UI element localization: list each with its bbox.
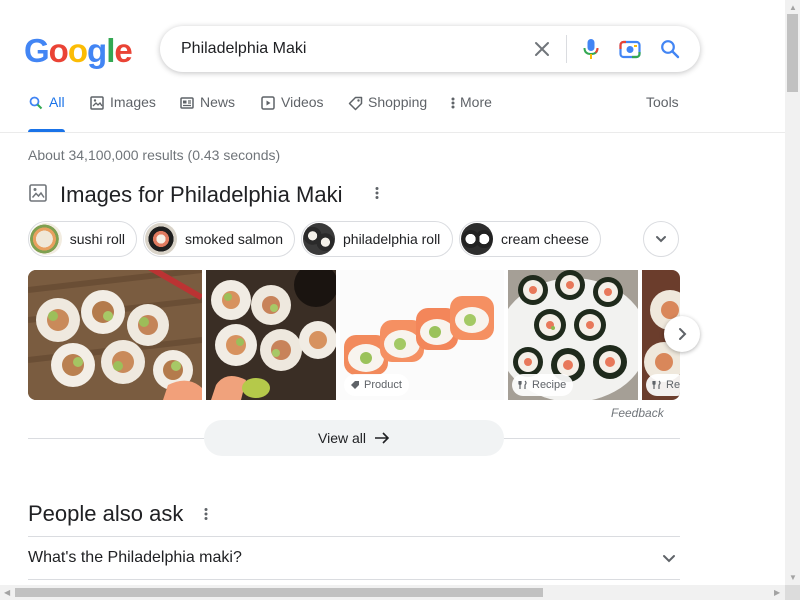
tab-videos[interactable]: Videos [260, 94, 324, 132]
search-divider [566, 35, 567, 63]
vertical-scrollbar-thumb[interactable] [787, 14, 798, 92]
tools-label: Tools [646, 94, 679, 110]
image-badge: Re [646, 374, 680, 396]
view-all-label: View all [318, 430, 366, 446]
logo-letter: o [67, 32, 88, 69]
chip-label: cream cheese [501, 231, 589, 247]
scroll-left-icon[interactable]: ◀ [4, 588, 10, 597]
image-result[interactable] [206, 270, 336, 400]
chip-thumbnail [461, 223, 493, 255]
logo-letter: o [48, 32, 69, 69]
more-options-icon[interactable] [367, 183, 387, 203]
horizontal-scrollbar-thumb[interactable] [15, 588, 543, 597]
search-box[interactable]: Philadelphia Maki [160, 26, 700, 72]
tab-label: News [200, 94, 236, 110]
kebab-icon [450, 95, 456, 111]
tab-all[interactable]: All [28, 94, 65, 132]
scrollbar-corner [785, 585, 800, 600]
chevron-right-icon [679, 328, 687, 340]
image-result[interactable]: Recipe [508, 270, 638, 400]
chip-sushi-roll[interactable]: sushi roll [28, 221, 137, 257]
more-options-icon[interactable] [196, 504, 216, 524]
scroll-down-icon[interactable]: ▼ [789, 573, 797, 582]
image-badge-label: Re [666, 379, 680, 391]
arrow-right-icon [375, 432, 390, 444]
tab-label: Shopping [368, 94, 428, 110]
image-results-strip: Product Recipe Re [28, 270, 680, 400]
clear-icon[interactable] [531, 38, 553, 60]
image-result[interactable] [28, 270, 202, 400]
image-icon [28, 183, 48, 203]
chip-label: sushi roll [69, 231, 125, 247]
tag-icon [347, 95, 363, 111]
people-also-ask-title: People also ask [28, 501, 184, 526]
next-images-button[interactable] [664, 316, 700, 352]
image-badge: Recipe [512, 374, 574, 396]
search-icon[interactable] [659, 38, 681, 60]
microphone-icon[interactable] [580, 38, 602, 60]
feedback-link[interactable]: Feedback [611, 406, 664, 420]
google-logo[interactable]: Google [24, 32, 133, 69]
chip-thumbnail [30, 223, 62, 255]
chip-label: philadelphia roll [343, 231, 441, 247]
tab-label: Images [110, 94, 156, 110]
scroll-right-icon[interactable]: ▶ [774, 588, 780, 597]
image-badge-label: Recipe [532, 379, 567, 391]
tab-shopping[interactable]: Shopping [347, 94, 427, 132]
utensils-icon [652, 380, 661, 389]
image-badge-label: Product [364, 379, 402, 391]
search-tabs: All Images News Videos Shopping More Too… [0, 94, 785, 132]
chip-cream-cheese[interactable]: cream cheese [459, 221, 601, 257]
scroll-up-icon[interactable]: ▲ [789, 3, 797, 12]
tab-images[interactable]: Images [89, 94, 156, 132]
chip-thumbnail [145, 223, 177, 255]
chip-label: smoked salmon [184, 231, 283, 247]
chip-smoked-salmon[interactable]: smoked salmon [143, 221, 295, 257]
tab-more[interactable]: More [450, 94, 492, 132]
tab-label: Videos [281, 94, 324, 110]
tabs-divider [0, 132, 785, 133]
image-badge: Product [344, 374, 409, 396]
paa-divider [28, 579, 680, 580]
logo-letter: e [114, 32, 132, 69]
camera-lens-icon[interactable] [619, 38, 641, 60]
paa-divider [28, 536, 680, 537]
view-all-button[interactable]: View all [204, 420, 504, 456]
tools-button[interactable]: Tools [646, 94, 679, 132]
chip-thumbnail [303, 223, 335, 255]
utensils-icon [518, 380, 527, 389]
expand-chips-button[interactable] [643, 221, 679, 257]
chip-philadelphia-roll[interactable]: philadelphia roll [301, 221, 453, 257]
tag-icon [351, 381, 359, 389]
search-icon [28, 95, 44, 111]
image-result[interactable]: Product [340, 270, 504, 400]
tab-label: More [460, 94, 492, 110]
chevron-down-icon[interactable] [660, 550, 678, 568]
paa-question[interactable]: What's the Philadelphia maki? [28, 549, 242, 567]
image-icon [89, 95, 105, 111]
images-section-title: Images for Philadelphia Maki [60, 182, 343, 207]
newspaper-icon [179, 95, 195, 111]
result-stats: About 34,100,000 results (0.43 seconds) [28, 147, 281, 163]
search-input[interactable]: Philadelphia Maki [181, 40, 306, 58]
tab-news[interactable]: News [179, 94, 235, 132]
logo-letter: g [87, 32, 107, 69]
play-icon [260, 95, 276, 111]
chevron-down-icon [656, 236, 666, 243]
tab-label: All [49, 94, 65, 110]
logo-letter: G [24, 32, 50, 69]
